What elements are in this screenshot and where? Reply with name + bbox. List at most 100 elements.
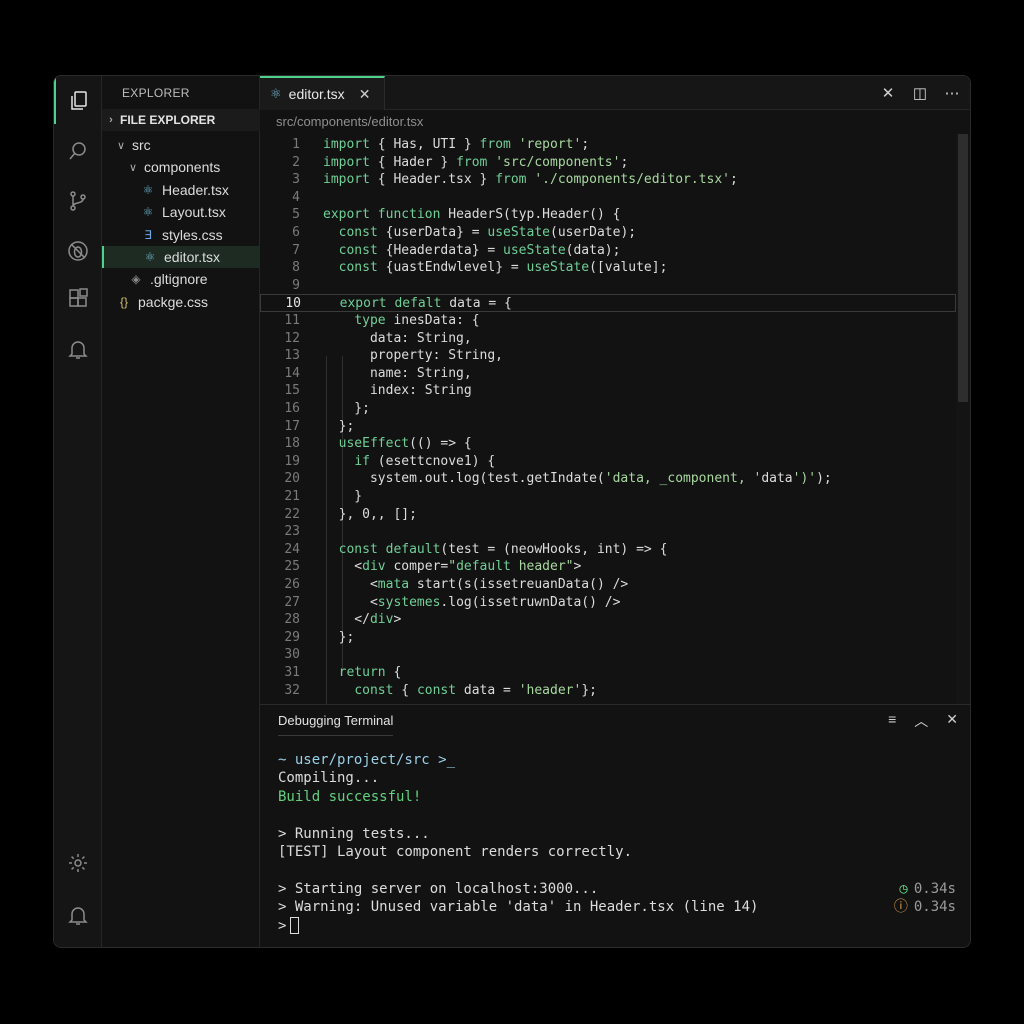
code-line[interactable]: 28 </div> [260,611,956,629]
close-editor-icon[interactable]: ✕ [880,84,896,102]
code-line[interactable]: 17 }; [260,418,956,436]
tree-item[interactable]: ∨ src [102,134,260,156]
search-icon[interactable] [54,128,102,174]
extensions-icon[interactable] [54,276,102,322]
tree-item[interactable]: ◈ .gltignore [102,268,260,290]
code-editor[interactable]: 1 import { Has, UTI } from 'report'; 2 impo… [260,134,956,704]
code-line[interactable]: 2 import { Hader } from 'src/components'; [260,154,956,172]
code-line[interactable]: 32 const { const data = 'header'}; [260,682,956,700]
clock-icon: ◷ [899,880,908,897]
code-line[interactable]: 18 useEffect(() => { [260,435,956,453]
line-number: 21 [284,489,300,504]
code-line[interactable]: 1 import { Has, UTI } from 'report'; [260,136,956,154]
chevron-down-icon[interactable]: ∨ [126,161,140,174]
code-line[interactable]: 21 } [260,488,956,506]
code-line[interactable]: 6 const {userData} = useState(userDate); [260,224,956,242]
code-line[interactable]: 22 }, 0,, []; [260,506,956,524]
scrollbar-thumb[interactable] [958,134,968,402]
account-bell-icon[interactable] [54,892,102,938]
tree-item[interactable]: {} packge.css [102,291,260,313]
line-number: 24 [284,541,300,557]
git-branch-icon[interactable] [54,178,102,224]
editor-scrollbar[interactable] [956,134,970,704]
files-icon[interactable] [54,78,102,124]
terminal-cursor[interactable] [290,917,300,935]
tree-item[interactable]: ⚛ editor.tsx [102,246,260,268]
code-text: }; [323,629,355,645]
terminal-text: [TEST] Layout component renders correctl… [278,844,633,860]
bell-icon[interactable] [54,326,102,372]
code-line[interactable]: 10 export defalt data = { [260,294,956,312]
react-icon: ⚛ [270,86,282,101]
line-number: 22 [284,506,300,522]
terminal-title[interactable]: Debugging Terminal [278,713,394,736]
close-icon[interactable]: ✕ [946,711,958,731]
code-line[interactable]: 15 index: String [260,382,956,400]
code-text: }; [323,418,355,434]
code-line[interactable]: 27 <systemes.log(issetruwnData() /> [260,594,956,612]
code-line[interactable]: 8 const {uastEndwlevel} = useState([valu… [260,259,956,277]
sidebar-title: EXPLORER [122,86,190,100]
code-line[interactable]: 26 <mata start(s(issetreuanData() /> [260,576,956,594]
code-line[interactable]: 9 [260,277,956,295]
code-line[interactable]: 25 <div comper="default header"> [260,558,956,576]
code-text: export function HeaderS(typ.Header() { [323,207,621,223]
code-line[interactable]: 14 name: String, [260,365,956,383]
code-text: import { Header.tsx } from './components… [323,172,738,188]
code-line[interactable]: 30 [260,646,956,664]
line-number: 13 [284,348,300,364]
more-actions-icon[interactable]: ⋯ [944,84,960,102]
terminal-text: Compiling... [278,770,380,787]
terminal-line: Compiling... [278,769,956,787]
clear-icon[interactable]: ≡ [888,711,896,731]
chevron-up-icon[interactable]: ︿ [914,711,928,731]
code-line[interactable]: 3 import { Header.tsx } from './component… [260,171,956,189]
breadcrumb[interactable]: src/components/editor.tsx [276,114,423,129]
code-line[interactable]: 12 data: String, [260,330,956,348]
tree-item[interactable]: ∃ styles.css [102,224,260,246]
file-explorer-section[interactable]: › FILE EXPLORER [102,109,260,131]
diamond-icon: ◈ [131,272,141,287]
terminal-line: > Warning: Unused variable 'data' in Hea… [278,898,956,916]
chevron-down-icon[interactable]: ∨ [114,139,128,152]
tree-item-label: components [144,159,221,176]
close-icon[interactable]: ✕ [359,86,371,103]
code-line[interactable]: 5 export function HeaderS(typ.Header() { [260,206,956,224]
code-line[interactable]: 13 property: String, [260,347,956,365]
code-line[interactable]: 31 return { [260,664,956,682]
code-line[interactable]: 29 }; [260,629,956,647]
no-bug-icon[interactable] [54,228,102,274]
tree-item[interactable]: ⚛ Layout.tsx [102,201,260,223]
tree-item[interactable]: ∨ components [102,156,260,178]
gear-icon[interactable] [54,840,102,886]
line-number: 6 [292,225,300,240]
split-editor-icon[interactable]: ◫ [912,84,928,102]
code-text: const default(test = (neowHooks, int) =>… [338,541,668,557]
terminal-text: > Running tests... [278,825,430,842]
line-number: 30 [284,647,300,663]
code-line[interactable]: 11 type inesData: { [260,312,956,330]
code-line[interactable]: 7 const {Headerdata} = useState(data); [260,242,956,260]
code-line[interactable]: 19 if (esettcnove1) { [260,453,956,471]
code-line[interactable]: 24 const default(test = (neowHooks, int)… [260,541,956,559]
code-text: system.out.log(test.getIndate('data, _co… [323,471,832,487]
code-text: import { Has, UTI } from 'report'; [323,137,590,152]
code-text: <mata start(s(issetreuanData() /> [323,577,629,592]
line-number: 2 [292,154,300,170]
code-line[interactable]: 20 system.out.log(test.getIndate('data, … [260,470,956,488]
tab-editor-tsx[interactable]: ⚛ editor.tsx ✕ [260,76,385,110]
line-number: 9 [292,277,300,293]
code-text: if (esettcnove1) { [354,453,496,469]
code-text: }; [323,401,370,416]
activity-bar [54,76,102,947]
code-text: const { const data = 'header'}; [354,682,597,698]
code-text: <div comper="default header"> [323,559,582,575]
code-line[interactable]: 16 }; [260,400,956,418]
warning-icon: ⓘ [893,899,908,916]
tree-item[interactable]: ⚛ Header.tsx [102,179,260,201]
timing-badge: ⓘ 0.34s [894,898,956,916]
tree-item-label: src [132,137,151,153]
code-line[interactable]: 4 [260,189,956,207]
code-line[interactable]: 23 [260,523,956,541]
